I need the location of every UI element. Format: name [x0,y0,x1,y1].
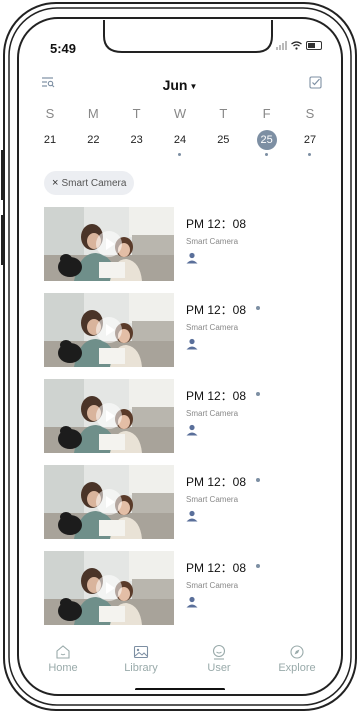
bottom-tab-bar: Home Library User Explore [24,644,336,684]
person-icon [186,251,246,269]
event-list-item[interactable]: PM 12：08 Smart Camera [24,293,336,379]
day-of-week-label: F [262,106,271,121]
calendar-day[interactable]: T 25 [203,106,243,156]
video-thumbnail[interactable] [44,551,174,625]
event-list-item[interactable]: PM 12：08 Smart Camera [24,465,336,551]
event-indicator-dot [49,153,52,156]
unread-indicator-dot [256,478,260,482]
event-meta: PM 12：08 Smart Camera [186,215,246,269]
tab-label: Library [124,662,158,674]
month-label: Jun [162,77,188,93]
day-of-week-label: T [219,106,228,121]
event-time: PM 12：08 [186,561,247,575]
wifi-icon [291,40,302,50]
unread-indicator-dot [256,564,260,568]
tab-user[interactable]: User [189,644,249,684]
home-indicator [135,688,225,690]
status-bar: 5:49 [24,22,336,62]
event-indicator-dot [178,153,182,156]
event-time: PM 12：08 [186,217,247,231]
date-number[interactable]: 23 [127,130,147,150]
event-indicator-dot [222,153,225,156]
play-icon[interactable] [96,403,122,429]
video-thumbnail[interactable] [44,379,174,453]
day-of-week-label: W [173,106,187,121]
home-icon [33,644,93,660]
person-icon [186,595,246,613]
status-icons [276,40,322,50]
event-time: PM 12：08 [186,389,247,403]
tab-library[interactable]: Library [111,644,171,684]
event-indicator-dot [265,153,269,156]
camera-name: Smart Camera [186,581,239,590]
week-calendar: S 21 M 22 T 23 W 24 T 25 F 25 S 27 [30,106,330,156]
video-thumbnail[interactable] [44,465,174,539]
compass-icon [267,644,327,660]
camera-name: Smart Camera [186,409,239,418]
library-icon [111,644,171,660]
unread-indicator-dot [256,392,260,396]
calendar-day[interactable]: S 21 [30,106,70,156]
person-icon [186,423,246,441]
tab-label: Home [48,662,78,674]
day-of-week-label: T [132,106,141,121]
close-icon[interactable]: × [52,177,58,189]
video-thumbnail[interactable] [44,293,174,367]
camera-name: Smart Camera [186,237,239,246]
tab-label: User [207,662,231,674]
event-meta: PM 12：08 Smart Camera [186,301,246,355]
event-list-item[interactable]: PM 12：08 Smart Camera [24,379,336,465]
date-number[interactable]: 24 [170,130,190,150]
month-selector[interactable]: Jun ▼ [24,77,336,93]
date-number[interactable]: 22 [83,130,103,150]
play-icon[interactable] [96,575,122,601]
status-time: 5:49 [50,41,77,56]
play-icon[interactable] [96,231,122,257]
unread-indicator-dot [256,306,260,310]
event-indicator-dot [92,153,95,156]
event-time: PM 12：08 [186,303,247,317]
selected-date[interactable]: 25 [256,130,277,150]
signal-icon [276,40,287,50]
day-of-week-label: S [45,106,55,121]
date-number[interactable]: 27 [300,130,320,150]
day-of-week-label: M [87,106,99,121]
filter-chip-label: Smart Camera [61,177,127,189]
event-indicator-dot [135,153,138,156]
event-meta: PM 12：08 Smart Camera [186,559,246,613]
event-list-item[interactable]: PM 12：08 Smart Camera [24,551,336,637]
play-icon[interactable] [96,317,122,343]
camera-name: Smart Camera [186,323,239,332]
tab-home[interactable]: Home [33,644,93,684]
select-checkbox-icon[interactable] [309,76,322,89]
tab-label: Explore [278,662,316,674]
user-icon [189,644,249,660]
person-icon [186,337,246,355]
date-number[interactable]: 21 [40,130,60,150]
calendar-day[interactable]: T 23 [117,106,157,156]
calendar-day[interactable]: M 22 [73,106,113,156]
event-list-item[interactable]: PM 12：08 Smart Camera [24,207,336,293]
filter-chip-smart-camera[interactable]: × Smart Camera [44,171,135,195]
calendar-day[interactable]: F 25 [247,106,287,156]
date-number[interactable]: 25 [213,130,233,150]
event-time: PM 12：08 [186,475,247,489]
calendar-day[interactable]: S 27 [290,106,330,156]
caret-down-icon: ▼ [189,81,198,91]
person-icon [186,509,246,527]
header: Jun ▼ [24,74,336,96]
event-indicator-dot [308,153,312,156]
calendar-day[interactable]: W 24 [160,106,200,156]
tab-explore[interactable]: Explore [267,644,327,684]
app-screen: 5:49 Jun ▼ S 21 M 22 T 23 W 24 T 25 F 25 S 27 × Smart … [24,22,336,690]
event-meta: PM 12：08 Smart Camera [186,387,246,441]
video-thumbnail[interactable] [44,207,174,281]
event-meta: PM 12：08 Smart Camera [186,473,246,527]
play-icon[interactable] [96,489,122,515]
battery-icon [306,40,322,50]
event-list: PM 12：08 Smart Camera PM 12：08 Smart Camer… [24,207,336,637]
day-of-week-label: S [305,106,315,121]
camera-name: Smart Camera [186,495,239,504]
